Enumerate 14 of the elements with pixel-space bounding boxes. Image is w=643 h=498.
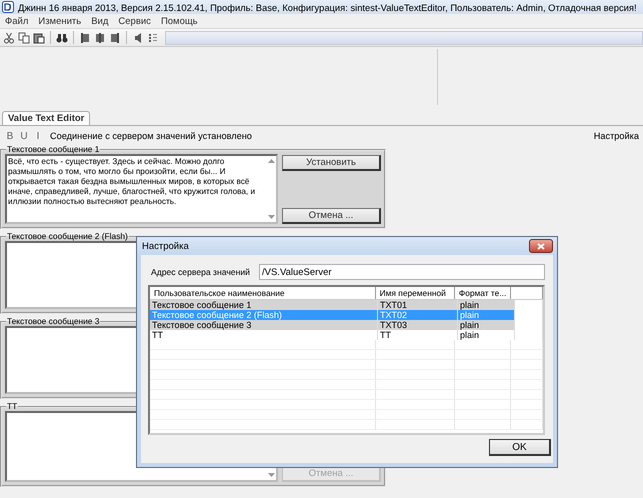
connection-status: Соединение с сервером значений установлено: [50, 131, 252, 141]
group-title: Текстовое сообщение 3: [6, 317, 100, 326]
table-cell: plain: [458, 320, 515, 330]
group-title: TT: [6, 402, 18, 411]
table-cell: Текстовое сообщение 3: [150, 320, 378, 330]
table-cell: TXT03: [378, 320, 458, 330]
table-cell: TT: [378, 330, 458, 340]
group-title: Текстовое сообщение 1: [6, 145, 100, 154]
window-title: Джинн 16 января 2013, Версия 2.15.102.41, Профиль: Base, Конфигурация: sintest-ValueTextEditor, Пользователь: Admin, Отладочная версия!: [18, 2, 637, 12]
table-cell: TT: [150, 330, 378, 340]
dialog-title: Настройка: [142, 240, 189, 252]
field-label: Адрес сервера значений: [151, 267, 251, 277]
table-cell: plain: [458, 330, 515, 340]
group-title: Текстовое сообщение 2 (Flash): [6, 232, 129, 241]
